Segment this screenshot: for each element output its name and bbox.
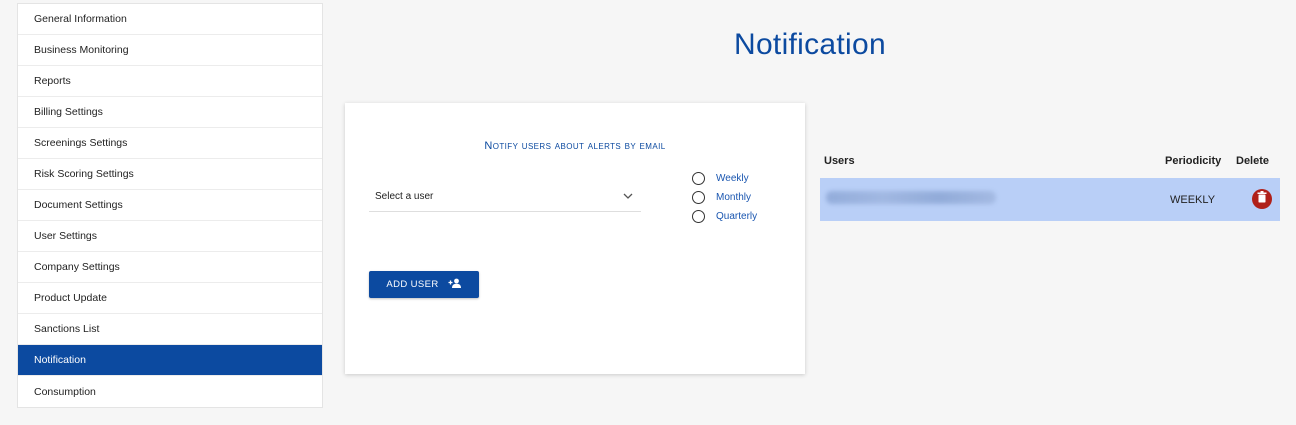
user-select-value: Select a user	[375, 190, 434, 202]
radio-monthly[interactable]: Monthly	[692, 188, 757, 207]
sidebar-item-label: User Settings	[34, 230, 98, 242]
users-table: Users Periodicity Delete WEEKLY	[820, 150, 1280, 221]
sidebar-item-consumption[interactable]: Consumption	[18, 376, 322, 407]
sidebar-item-label: General Information	[34, 13, 127, 25]
sidebar-item-label: Consumption	[34, 385, 96, 398]
column-header-delete: Delete	[1236, 155, 1270, 167]
sidebar-item-company-settings[interactable]: Company Settings	[18, 252, 322, 283]
page-title: Notification	[733, 28, 886, 61]
table-row: WEEKLY	[820, 178, 1280, 221]
settings-sidebar: General Information Business Monitoring …	[17, 3, 323, 408]
user-email-cell-redacted	[826, 191, 996, 204]
table-header: Users Periodicity Delete	[820, 150, 1280, 178]
card-heading: Notify users about alerts by email	[484, 140, 666, 152]
delete-user-button[interactable]	[1252, 189, 1272, 209]
sidebar-item-reports[interactable]: Reports	[18, 66, 322, 97]
sidebar-item-label: Company Settings	[34, 261, 120, 273]
person-add-icon	[448, 278, 462, 291]
sidebar-item-business-monitoring[interactable]: Business Monitoring	[18, 35, 322, 66]
sidebar-item-general-information[interactable]: General Information	[18, 4, 322, 35]
notify-users-card: Notify users about alerts by email Selec…	[345, 103, 805, 374]
sidebar-item-label: Document Settings	[34, 199, 123, 211]
radio-circle-icon[interactable]	[692, 210, 705, 223]
user-select-dropdown[interactable]: Select a user	[369, 181, 641, 212]
sidebar-item-user-settings[interactable]: User Settings	[18, 221, 322, 252]
sidebar-item-label: Sanctions List	[34, 323, 100, 335]
radio-circle-icon[interactable]	[692, 172, 705, 185]
sidebar-item-notification[interactable]: Notification	[18, 345, 322, 376]
column-header-users: Users	[824, 155, 855, 167]
add-user-label: ADD USER	[386, 279, 439, 290]
sidebar-item-document-settings[interactable]: Document Settings	[18, 190, 322, 221]
sidebar-item-label: Business Monitoring	[34, 44, 129, 56]
sidebar-item-label: Screenings Settings	[34, 137, 128, 149]
radio-label: Monthly	[716, 192, 752, 203]
sidebar-item-sanctions-list[interactable]: Sanctions List	[18, 314, 322, 345]
sidebar-item-screenings-settings[interactable]: Screenings Settings	[18, 128, 322, 159]
sidebar-item-label: Risk Scoring Settings	[34, 168, 134, 180]
radio-label: Quarterly	[716, 211, 758, 222]
radio-circle-icon[interactable]	[692, 191, 705, 204]
sidebar-item-label: Notification	[34, 354, 86, 366]
add-user-button[interactable]: ADD USER	[369, 271, 479, 298]
radio-quarterly[interactable]: Quarterly	[692, 207, 757, 226]
sidebar-item-product-update[interactable]: Product Update	[18, 283, 322, 314]
sidebar-item-label: Billing Settings	[34, 106, 103, 118]
sidebar-item-risk-scoring-settings[interactable]: Risk Scoring Settings	[18, 159, 322, 190]
sidebar-item-label: Product Update	[34, 292, 107, 304]
sidebar-item-label: Reports	[34, 75, 71, 87]
column-header-periodicity: Periodicity	[1165, 155, 1222, 167]
trash-icon	[1257, 190, 1267, 208]
radio-label: Weekly	[716, 173, 749, 184]
radio-weekly[interactable]: Weekly	[692, 169, 757, 188]
periodicity-radio-group: Weekly Monthly Quarterly	[692, 169, 757, 226]
sidebar-item-billing-settings[interactable]: Billing Settings	[18, 97, 322, 128]
periodicity-cell: WEEKLY	[1170, 194, 1216, 206]
chevron-down-icon	[623, 191, 633, 201]
